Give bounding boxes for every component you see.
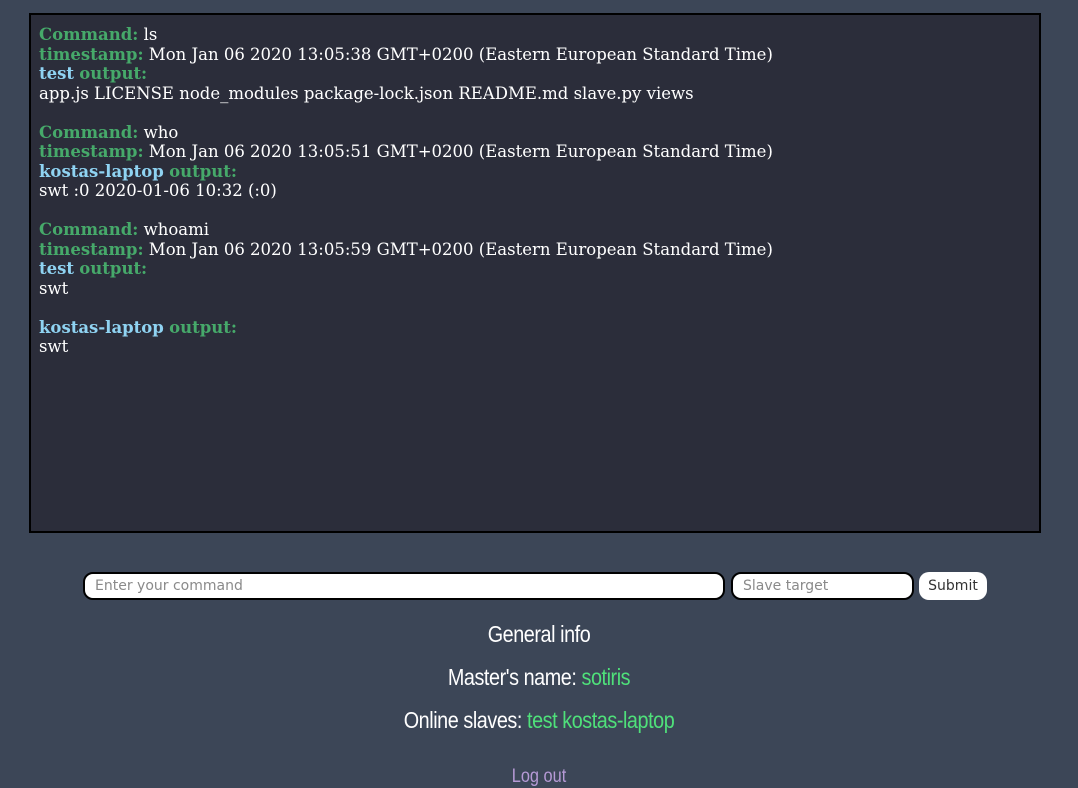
log-entry: Command: whoami timestamp: Mon Jan 06 202…: [39, 220, 1031, 357]
output-spacer: [39, 298, 1031, 318]
log-entry: Command: ls timestamp: Mon Jan 06 2020 13…: [39, 25, 1031, 103]
output-label: output:: [79, 64, 148, 83]
timestamp-label: timestamp:: [39, 142, 144, 161]
online-slaves-row: Online slaves: test kostas-laptop: [75, 707, 1002, 734]
output-text: app.js LICENSE node_modules package-lock…: [39, 84, 1031, 104]
output-header: kostas-laptop output:: [39, 162, 1031, 182]
output-header: test output:: [39, 259, 1031, 279]
command-text: whoami: [143, 220, 210, 239]
command-log: Command: ls timestamp: Mon Jan 06 2020 13…: [31, 15, 1039, 357]
output-value: swt: [39, 337, 69, 356]
master-name-label: Master's name:: [447, 664, 577, 690]
logout-link[interactable]: Log out: [75, 766, 1002, 788]
output-host: test: [39, 64, 75, 83]
master-name-value: sotiris: [581, 664, 631, 690]
command-line: Command: whoami: [39, 220, 1031, 240]
online-slaves-label: Online slaves:: [403, 707, 523, 733]
output-header: kostas-laptop output:: [39, 318, 1031, 338]
timestamp-line: timestamp: Mon Jan 06 2020 13:05:59 GMT+…: [39, 240, 1031, 260]
output-text: swt :0 2020-01-06 10:32 (:0): [39, 181, 1031, 201]
output-label: output:: [169, 161, 237, 181]
command-log-panel[interactable]: Command: ls timestamp: Mon Jan 06 2020 13…: [29, 13, 1041, 533]
command-line: Command: ls: [39, 25, 1031, 45]
submit-button[interactable]: Submit: [919, 572, 987, 600]
command-line: Command: who: [39, 123, 1031, 143]
output-host: kostas-laptop: [39, 317, 164, 337]
timestamp-line: timestamp: Mon Jan 06 2020 13:05:38 GMT+…: [39, 45, 1031, 65]
timestamp-text: Mon Jan 06 2020 13:05:51 GMT+0200 (Easte…: [148, 142, 773, 161]
master-name-row: Master's name: sotiris: [75, 664, 1002, 691]
online-slaves-value: test kostas-laptop: [527, 707, 675, 733]
timestamp-label: timestamp:: [39, 44, 144, 64]
output-value: swt: [39, 278, 69, 298]
output-text: swt: [39, 337, 1031, 357]
command-text: ls: [143, 25, 158, 44]
output-label: output:: [169, 317, 237, 337]
command-text: who: [143, 122, 179, 142]
command-label: Command:: [39, 220, 139, 239]
general-info-title: General info: [487, 621, 591, 647]
output-value: swt :0 2020-01-06 10:32 (:0): [39, 181, 277, 200]
log-entry: Command: who timestamp: Mon Jan 06 2020 1…: [39, 123, 1031, 201]
output-header: test output:: [39, 64, 1031, 84]
command-label: Command:: [39, 25, 139, 44]
timestamp-text: Mon Jan 06 2020 13:05:38 GMT+0200 (Easte…: [148, 44, 773, 64]
output-value: app.js LICENSE node_modules package-lock…: [39, 83, 694, 103]
command-input[interactable]: [83, 572, 725, 600]
timestamp-line: timestamp: Mon Jan 06 2020 13:05:51 GMT+…: [39, 142, 1031, 162]
output-host: test: [39, 259, 75, 278]
command-label: Command:: [39, 122, 139, 142]
slave-target-input[interactable]: [731, 572, 914, 600]
timestamp-text: Mon Jan 06 2020 13:05:59 GMT+0200 (Easte…: [148, 239, 773, 259]
output-label: output:: [79, 259, 148, 278]
timestamp-label: timestamp:: [39, 239, 144, 259]
command-form: Submit: [83, 572, 993, 600]
output-text: swt: [39, 279, 1031, 299]
output-host: kostas-laptop: [39, 161, 164, 181]
